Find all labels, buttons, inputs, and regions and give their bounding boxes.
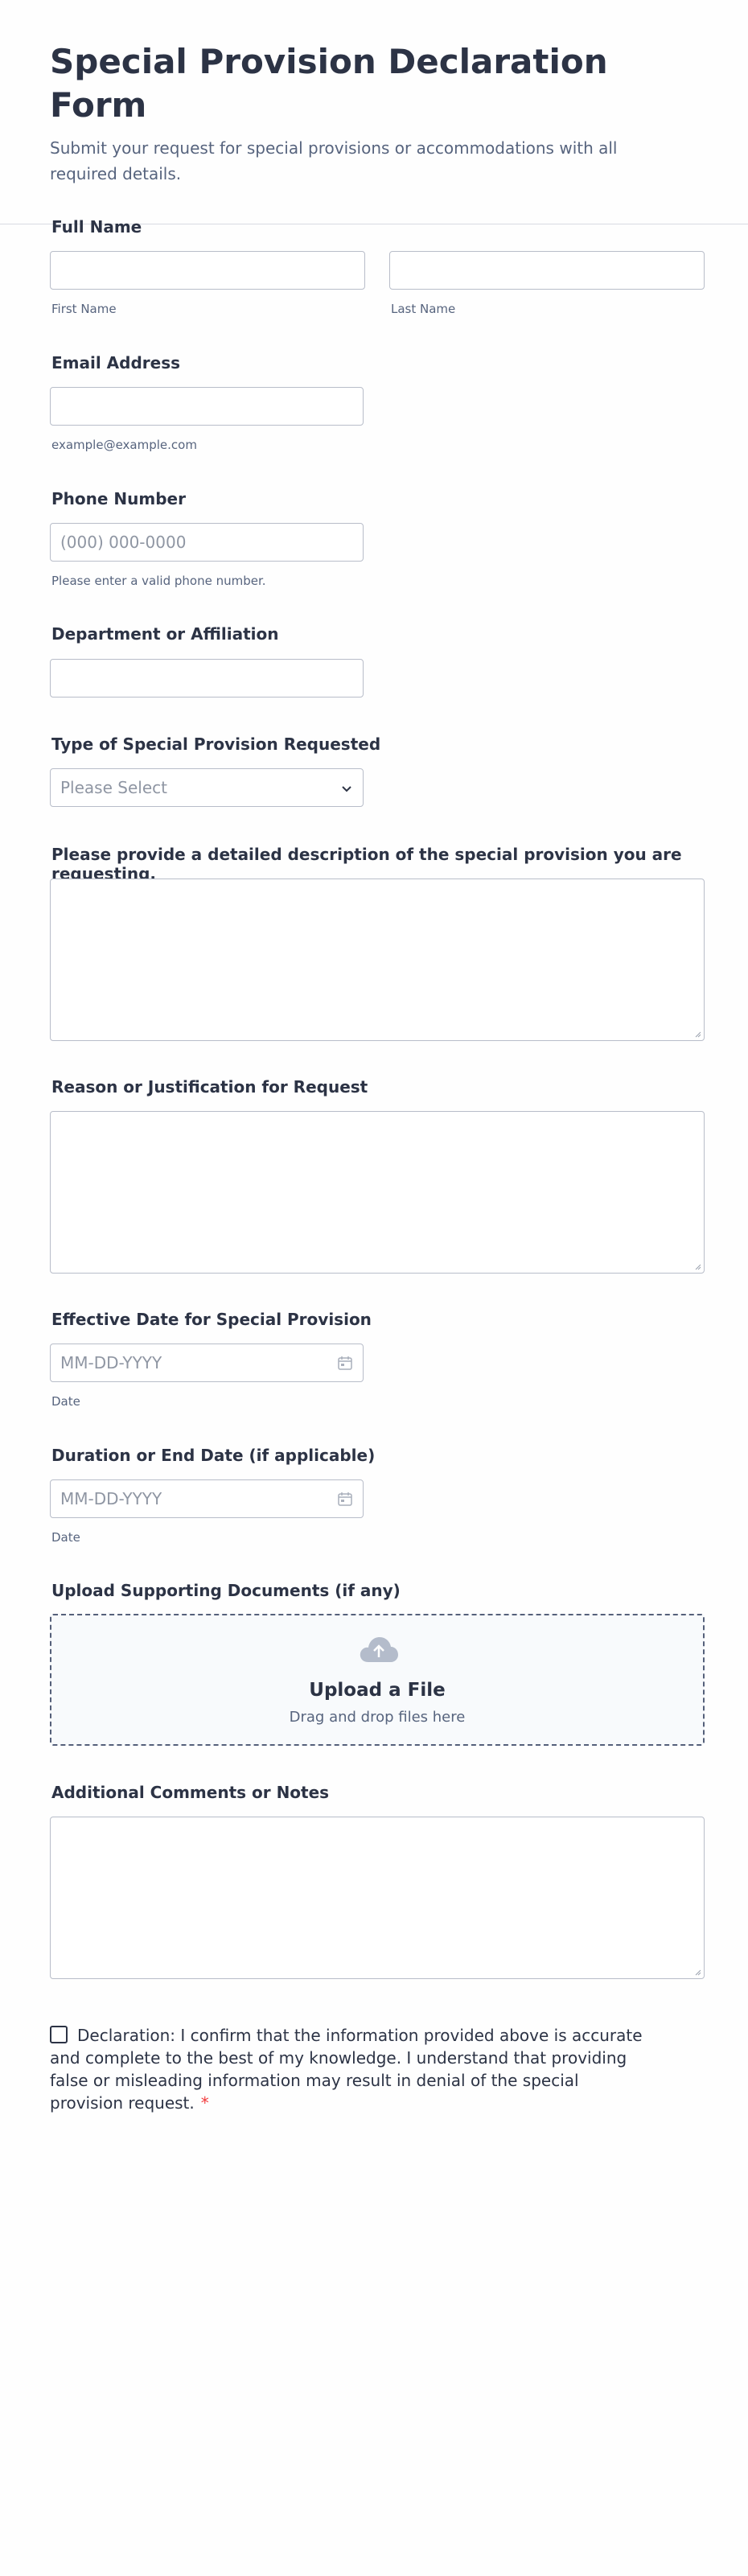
- cloud-upload-icon: [360, 1637, 398, 1662]
- end-date-input[interactable]: MM-DD-YYYY: [50, 1479, 364, 1518]
- upload-title: Upload a File: [309, 1680, 446, 1701]
- description-textarea[interactable]: [50, 879, 705, 1041]
- calendar-icon[interactable]: [337, 1491, 353, 1507]
- first-name-sublabel: First Name: [51, 302, 117, 316]
- chevron-down-icon: [342, 786, 351, 792]
- resize-handle-icon[interactable]: [695, 1969, 701, 1976]
- upload-subtitle: Drag and drop files here: [289, 1709, 466, 1726]
- department-label: Department or Affiliation: [51, 624, 279, 644]
- description-label: Please provide a detailed description of…: [51, 845, 682, 883]
- phone-label: Phone Number: [51, 489, 186, 508]
- phone-input[interactable]: (000) 000-0000: [50, 523, 364, 562]
- full-name-label: Full Name: [51, 217, 142, 237]
- end-date-label: Duration or End Date (if applicable): [51, 1446, 376, 1465]
- resize-handle-icon[interactable]: [695, 1264, 701, 1270]
- declaration-text: Declaration: I confirm that the informat…: [50, 2026, 643, 2113]
- department-input[interactable]: [50, 659, 364, 697]
- email-sublabel: example@example.com: [51, 438, 197, 452]
- resize-handle-icon[interactable]: [695, 1031, 701, 1038]
- date-placeholder: MM-DD-YYYY: [60, 1353, 162, 1372]
- date-placeholder: MM-DD-YYYY: [60, 1489, 162, 1508]
- file-upload-dropzone[interactable]: Upload a File Drag and drop files here: [50, 1614, 705, 1746]
- reason-textarea[interactable]: [50, 1111, 705, 1274]
- effective-date-input[interactable]: MM-DD-YYYY: [50, 1344, 364, 1382]
- comments-textarea[interactable]: [50, 1817, 705, 1979]
- first-name-input[interactable]: [50, 251, 365, 290]
- provision-type-label: Type of Special Provision Requested: [51, 735, 381, 754]
- select-placeholder: Please Select: [60, 778, 167, 797]
- effective-date-label: Effective Date for Special Provision: [51, 1310, 372, 1329]
- reason-label: Reason or Justification for Request: [51, 1077, 368, 1097]
- end-date-sublabel: Date: [51, 1530, 80, 1545]
- effective-date-sublabel: Date: [51, 1394, 80, 1409]
- email-label: Email Address: [51, 353, 181, 372]
- last-name-input[interactable]: [389, 251, 705, 290]
- phone-placeholder: (000) 000-0000: [60, 533, 187, 552]
- declaration-checkbox[interactable]: [50, 2026, 68, 2043]
- phone-sublabel: Please enter a valid phone number.: [51, 574, 266, 588]
- form-body: Full Name First Name Last Name Email Add…: [0, 0, 748, 2576]
- last-name-sublabel: Last Name: [391, 302, 456, 316]
- declaration-checkbox-row[interactable]: Declaration: I confirm that the informat…: [50, 2024, 645, 2114]
- required-marker: *: [200, 2093, 209, 2113]
- email-input[interactable]: [50, 387, 364, 426]
- upload-label: Upload Supporting Documents (if any): [51, 1581, 401, 1600]
- provision-type-select[interactable]: Please Select: [50, 768, 364, 807]
- calendar-icon[interactable]: [337, 1355, 353, 1371]
- comments-label: Additional Comments or Notes: [51, 1783, 330, 1802]
